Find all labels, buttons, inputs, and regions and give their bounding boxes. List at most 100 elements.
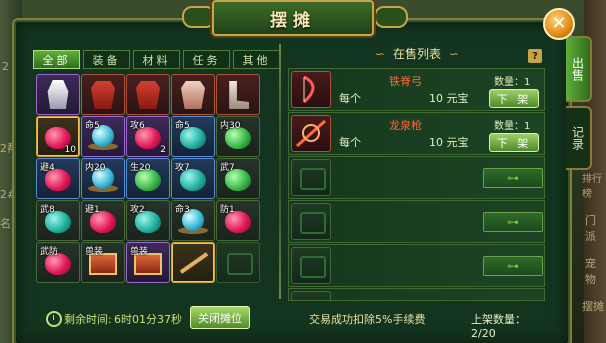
inventory-slot[interactable]: 内30 xyxy=(216,116,260,157)
remaining-time-value: 6时01分37秒 xyxy=(114,313,182,326)
item-stat-label: 命5 xyxy=(175,121,190,131)
item-stat-label: 武7 xyxy=(220,163,235,173)
inventory-slot[interactable] xyxy=(171,74,215,115)
inventory-grid: 10 命5 攻6 2 命5 内30 避4 内20 生20 攻7 武7 武8 避1 攻2 命3 防1 武防 兽装 兽装 xyxy=(36,74,260,283)
tab-quest[interactable]: 任务 xyxy=(183,50,230,69)
per-unit-label: 每个 xyxy=(339,92,361,105)
boots-icon xyxy=(229,81,249,109)
spear-icon[interactable] xyxy=(291,115,331,152)
remaining-time-label: 剩余时间: xyxy=(64,313,112,326)
game-screen: 2 2帮 2# 名 排行榜 门派 宠物 摆摊 摆摊 ✕ 出售 记录 全部 装备 … xyxy=(0,0,606,343)
tab-other[interactable]: 其他 xyxy=(233,50,280,69)
empty-slot-icon xyxy=(291,203,331,240)
item-stat-label: 兽装 xyxy=(130,247,149,257)
fee-note: 交易成功扣除5%手续费 xyxy=(309,313,426,326)
shelf-count: 上架数量：2/20 xyxy=(471,313,526,340)
inventory-slot[interactable]: 攻2 xyxy=(126,200,170,241)
item-stat-label: 攻7 xyxy=(175,163,190,173)
inventory-slot[interactable]: 避4 xyxy=(36,158,80,199)
side-tab-record[interactable]: 记录 xyxy=(566,106,592,170)
background-text: 2 xyxy=(2,60,9,73)
item-stat-label: 兽装 xyxy=(85,247,104,257)
add-slot-icon: ⊶ xyxy=(507,215,519,229)
tab-equipment[interactable]: 装备 xyxy=(83,50,130,69)
item-stat-label: 防1 xyxy=(220,205,235,215)
inventory-slot[interactable]: 武7 xyxy=(216,158,260,199)
close-stall-button[interactable]: 关闭摊位 xyxy=(190,306,250,329)
empty-slot-icon xyxy=(291,247,331,284)
item-stat-label: 生20 xyxy=(130,163,151,173)
background-text: 排行榜 xyxy=(582,174,602,200)
item-stat-label: 攻6 xyxy=(130,121,145,131)
inventory-slot[interactable]: 10 xyxy=(36,116,80,157)
inventory-slot[interactable]: 兽装 xyxy=(81,242,125,283)
inventory-slot[interactable]: 避1 xyxy=(81,200,125,241)
title-ornament-left xyxy=(182,6,216,28)
background-text: 摆摊 xyxy=(582,300,604,313)
item-count: 10 xyxy=(64,145,76,155)
inventory-slot[interactable]: 攻7 xyxy=(171,158,215,199)
inventory-slot[interactable]: 命5 xyxy=(81,116,125,157)
item-quantity: 数量：1 xyxy=(494,121,531,132)
item-price: 10 元宝 xyxy=(429,92,469,105)
add-slot-button[interactable]: ⊶ xyxy=(483,168,543,188)
inventory-slot[interactable]: 攻6 2 xyxy=(126,116,170,157)
inventory-slot[interactable]: 兽装 xyxy=(126,242,170,283)
bow-icon[interactable] xyxy=(291,71,331,108)
item-stat-label: 武8 xyxy=(40,205,55,215)
tab-materials[interactable]: 材料 xyxy=(133,50,180,69)
armor-icon xyxy=(136,81,160,109)
clock-icon xyxy=(46,311,62,327)
inventory-slot[interactable] xyxy=(171,242,215,283)
add-slot-icon: ⊶ xyxy=(507,259,519,273)
empty-slot-frame xyxy=(300,256,326,278)
side-tab-sell[interactable]: 出售 xyxy=(566,36,592,102)
tab-all[interactable]: 全部 xyxy=(33,50,80,69)
armor-icon xyxy=(181,81,205,109)
window-title: 摆摊 xyxy=(270,10,316,31)
item-stat-label: 内30 xyxy=(220,121,241,131)
item-stat-label: 命3 xyxy=(175,205,190,215)
footer-bar: 剩余时间: 6时01分37秒 关闭摊位 交易成功扣除5%手续费 上架数量：2/2… xyxy=(30,300,550,340)
item-stat-label: 武防 xyxy=(40,247,59,257)
add-slot-button[interactable]: ⊶ xyxy=(483,256,543,276)
close-button[interactable]: ✕ xyxy=(543,8,575,40)
inventory-slot[interactable]: 内20 xyxy=(81,158,125,199)
sale-row-empty: ⊶ xyxy=(288,244,545,287)
sale-row-empty: ⊶ xyxy=(288,200,545,243)
inventory-slot[interactable]: 生20 xyxy=(126,158,170,199)
title-ornament-right xyxy=(374,6,408,28)
add-slot-button[interactable]: ⊶ xyxy=(483,212,543,232)
helm-icon xyxy=(47,80,69,109)
add-slot-icon: ⊶ xyxy=(507,171,519,185)
inventory-slot[interactable] xyxy=(81,74,125,115)
item-price: 10 元宝 xyxy=(429,136,469,149)
delist-button[interactable]: 下 架 xyxy=(489,133,539,152)
empty-slot-icon xyxy=(291,159,331,196)
inventory-slot[interactable] xyxy=(126,74,170,115)
inventory-slot[interactable] xyxy=(36,74,80,115)
empty-slot-frame xyxy=(300,168,326,190)
empty-slot-icon xyxy=(227,253,253,275)
help-button[interactable]: ? xyxy=(528,49,542,63)
inventory-slot[interactable]: 武8 xyxy=(36,200,80,241)
background-text: 门派 xyxy=(585,214,596,243)
inventory-slot[interactable]: 武防 xyxy=(36,242,80,283)
inventory-slot[interactable] xyxy=(216,74,260,115)
item-stat-label: 攻2 xyxy=(130,205,145,215)
inventory-slot[interactable]: 命5 xyxy=(171,116,215,157)
sale-row: 龙泉枪 每个 10 元宝 数量：1 下 架 xyxy=(288,112,545,155)
item-stat-label: 避1 xyxy=(85,205,100,215)
background-text: 宠物 xyxy=(585,257,596,286)
inventory-slot[interactable]: 防1 xyxy=(216,200,260,241)
sale-list-title: 在售列表 xyxy=(352,45,482,62)
item-stat-label: 命5 xyxy=(85,121,100,131)
armor-icon xyxy=(91,81,115,109)
inventory-slot[interactable]: 命3 xyxy=(171,200,215,241)
item-stat-label: 内20 xyxy=(85,163,106,173)
window-title-plate: 摆摊 xyxy=(212,0,374,36)
inventory-slot[interactable] xyxy=(216,242,260,283)
delist-button[interactable]: 下 架 xyxy=(489,89,539,108)
background-text: 名 xyxy=(0,217,11,230)
sale-row-empty: ⊶ xyxy=(288,156,545,199)
